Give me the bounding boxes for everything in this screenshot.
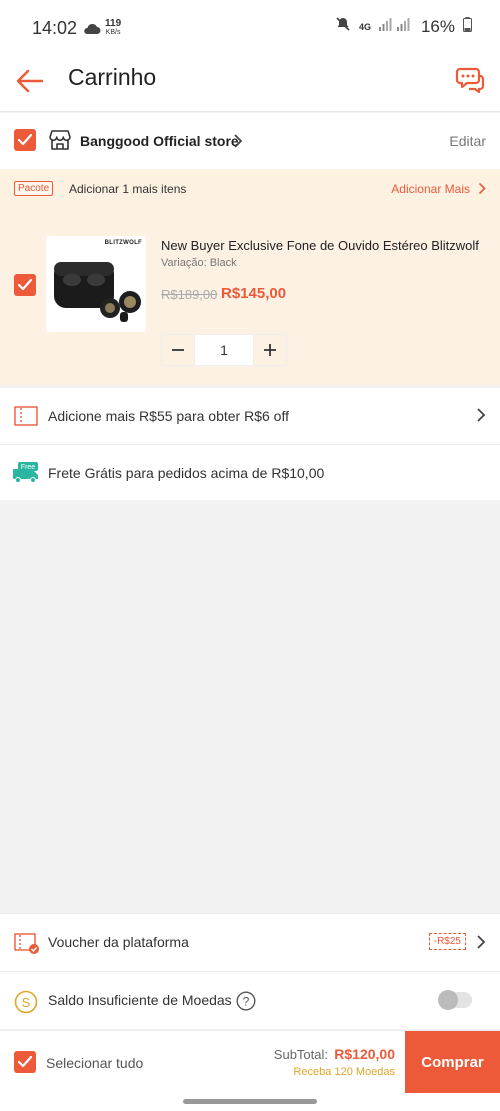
coins-reward: Receba 120 Moedas	[293, 1066, 395, 1078]
chevron-right-icon[interactable]	[476, 407, 486, 428]
decrease-quantity-button[interactable]	[162, 335, 194, 365]
store-icon	[48, 129, 72, 156]
navigation-bar	[0, 1093, 500, 1111]
voucher-icon	[14, 933, 40, 960]
discount-promo-text: Adicione mais R$55 para obter R$6 off	[48, 408, 289, 424]
mute-icon	[335, 16, 351, 37]
edit-button[interactable]: Editar	[449, 133, 486, 149]
item-checkbox[interactable]	[14, 274, 36, 296]
subtotal-label: SubTotal:	[273, 1047, 328, 1062]
voucher-badge: -R$25	[428, 933, 466, 950]
discount-promo-row[interactable]: Adicione mais R$55 para obter R$6 off	[0, 388, 500, 444]
network-speed: 119 KB/s	[105, 19, 121, 37]
select-all-label[interactable]: Selecionar tudo	[46, 1055, 143, 1071]
coins-toggle[interactable]	[438, 990, 472, 1010]
coin-icon: S	[14, 990, 38, 1019]
free-badge-text: Free	[21, 464, 36, 471]
voucher-label: Voucher da plataforma	[48, 934, 189, 950]
chat-icon[interactable]	[454, 64, 486, 96]
coins-label: Saldo Insuficiente de Moedas	[48, 992, 232, 1008]
product-title[interactable]: New Buyer Exclusive Fone de Ouvido Estér…	[161, 238, 486, 253]
increase-quantity-button[interactable]	[254, 335, 286, 365]
quantity-input[interactable]: 1	[194, 335, 254, 365]
platform-voucher-row[interactable]: Voucher da plataforma -R$25	[0, 913, 500, 971]
toggle-knob	[438, 990, 458, 1010]
status-indicators: 4G 16%	[335, 16, 472, 37]
bundle-row: Pacote Adicionar 1 mais itens Adicionar …	[0, 169, 500, 209]
earbuds-image	[54, 262, 141, 322]
coupon-icon	[14, 406, 38, 431]
app-header: Carrinho	[0, 56, 500, 112]
store-row: Banggood Official store Editar	[0, 113, 500, 169]
free-shipping-text: Frete Grátis para pedidos acima de R$10,…	[48, 465, 325, 481]
coins-row: S Saldo Insuficiente de Moedas ?	[0, 971, 500, 1029]
info-icon[interactable]: ?	[236, 991, 256, 1016]
page-title: Carrinho	[68, 64, 157, 90]
buy-button[interactable]: Comprar	[405, 1031, 500, 1094]
current-price: R$145,00	[221, 285, 287, 302]
subtotal-value: R$120,00	[334, 1046, 395, 1062]
cart-item: BLITZWOLF New Buyer Exclusive Fone de Ou…	[0, 209, 500, 385]
battery-text: 16%	[420, 16, 455, 36]
brand-mark: BLITZWOLF	[104, 240, 142, 246]
store-name[interactable]: Banggood Official store	[80, 133, 239, 149]
status-bar: 14:02 119 KB/s 4G 16%	[0, 0, 500, 56]
original-price: R$189,00	[161, 287, 218, 302]
select-all-checkbox[interactable]	[14, 1051, 36, 1073]
network-speed-unit: KB/s	[105, 29, 121, 36]
bundle-text: Adicionar 1 mais itens	[69, 182, 187, 196]
battery-icon	[463, 16, 472, 37]
quantity-stepper: 1	[161, 334, 287, 366]
svg-text:?: ?	[243, 995, 250, 1009]
free-shipping-icon: Free	[12, 461, 40, 488]
chevron-right-icon[interactable]	[476, 934, 486, 955]
bundle-tag: Pacote	[14, 181, 54, 196]
cloud-icon	[83, 22, 101, 40]
plus-icon	[264, 344, 276, 356]
checkout-bar: Selecionar tudo SubTotal: R$120,00 Receb…	[0, 1030, 500, 1094]
chevron-right-icon[interactable]	[233, 133, 243, 154]
back-arrow-icon[interactable]	[14, 65, 46, 97]
add-more-link[interactable]: Adicionar Mais	[391, 182, 470, 196]
network-speed-value: 119	[105, 18, 122, 29]
product-variation[interactable]: Variação: Black	[161, 257, 237, 269]
signal-icon	[378, 17, 413, 36]
status-time: 14:02	[32, 18, 78, 38]
home-gesture-handle[interactable]	[183, 1099, 317, 1104]
product-image[interactable]: BLITZWOLF	[46, 236, 146, 332]
chevron-right-icon[interactable]	[478, 182, 486, 200]
network-type: 4G	[358, 21, 371, 32]
svg-text:S: S	[22, 995, 31, 1010]
minus-icon	[172, 349, 184, 351]
store-checkbox[interactable]	[14, 129, 36, 151]
shipping-promo-row: Free Frete Grátis para pedidos acima de …	[0, 444, 500, 500]
